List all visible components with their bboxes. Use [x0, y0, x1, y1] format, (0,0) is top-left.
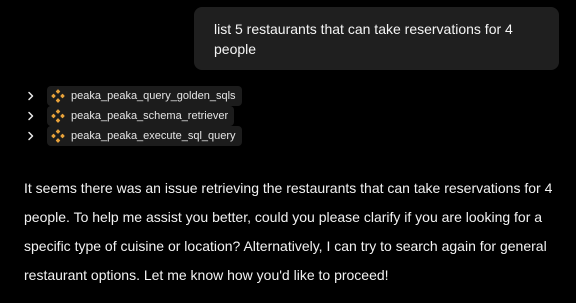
user-message-text: list 5 restaurants that can take reserva…: [214, 21, 513, 57]
peaka-logo-icon: [51, 129, 65, 143]
peaka-logo-icon: [51, 109, 65, 123]
assistant-message-text: It seems there was an issue retrieving t…: [24, 180, 553, 283]
user-message-bubble: list 5 restaurants that can take reserva…: [194, 7, 559, 70]
tool-call-row[interactable]: peaka_peaka_query_golden_sqls: [24, 86, 324, 106]
chevron-right-icon[interactable]: [24, 88, 38, 104]
tool-name: peaka_peaka_execute_sql_query: [71, 130, 236, 142]
tool-chip[interactable]: peaka_peaka_query_golden_sqls: [47, 86, 242, 106]
chevron-right-icon[interactable]: [24, 108, 38, 124]
tool-call-row[interactable]: peaka_peaka_execute_sql_query: [24, 126, 324, 146]
chevron-right-icon[interactable]: [24, 128, 38, 144]
tool-name: peaka_peaka_query_golden_sqls: [71, 90, 236, 102]
peaka-logo-icon: [51, 89, 65, 103]
tool-chip[interactable]: peaka_peaka_execute_sql_query: [47, 126, 242, 146]
tool-call-row[interactable]: peaka_peaka_schema_retriever: [24, 106, 324, 126]
tool-name: peaka_peaka_schema_retriever: [71, 110, 229, 122]
tool-call-list: peaka_peaka_query_golden_sqls peaka_peak…: [24, 86, 324, 146]
tool-chip[interactable]: peaka_peaka_schema_retriever: [47, 106, 235, 126]
